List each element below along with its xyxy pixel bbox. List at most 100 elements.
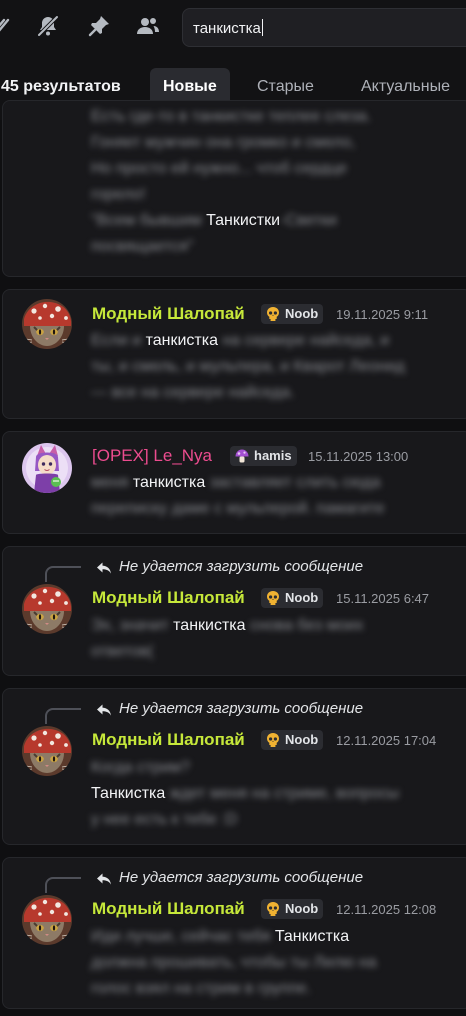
message-line: меня танкистка заставляет слить сюда <box>91 470 463 496</box>
message-line: Танкистка ждет меня на стриме, вопросы <box>91 781 463 807</box>
message-timestamp: 15.11.2025 6:47 <box>336 591 430 606</box>
pin-icon[interactable] <box>87 14 111 38</box>
blurred-text: ответов( <box>91 643 154 660</box>
skull-icon <box>265 732 281 748</box>
reply-text: Не удается загрузить сообщение <box>119 700 364 717</box>
blurred-text: снова без моих <box>245 617 364 634</box>
reply-arrow-icon <box>95 559 113 577</box>
search-match: Танкистки <box>206 212 281 229</box>
avatar[interactable] <box>22 895 72 945</box>
role-badge: hamis <box>230 446 297 466</box>
blurred-text: Когда стрим? <box>91 759 191 776</box>
avatar[interactable] <box>22 443 72 493</box>
message-line: переписку даме с мульперой. памагите <box>91 496 463 522</box>
search-result-card[interactable]: [OPEX] Le_Nya hamis 15.11.2025 13:00 мен… <box>2 431 466 534</box>
message-body: Иди лучше, сейчас тебя Танкистка должна п… <box>91 924 463 1002</box>
message-timestamp: 12.11.2025 17:04 <box>336 733 437 748</box>
message-body: меня танкистка заставляет слить сюда пере… <box>91 470 463 522</box>
message-line: Есть где-то в танкистке теплее слеза. <box>91 104 463 130</box>
reply-text: Не удается загрузить сообщение <box>119 558 364 575</box>
blurred-text: Иди лучше, сейчас тебя <box>91 928 275 945</box>
badge-label: hamis <box>254 448 292 463</box>
role-badge: Noob <box>261 588 324 608</box>
message-timestamp: 15.11.2025 13:00 <box>308 449 409 464</box>
search-match: танкистка <box>132 474 206 491</box>
role-badge: Noob <box>261 304 324 324</box>
search-result-card[interactable]: Есть где-то в танкистке теплее слеза. Гон… <box>2 100 466 277</box>
message-body: Когда стрим? Танкистка ждет меня на стрим… <box>91 755 463 833</box>
search-match: Танкистка <box>91 785 166 802</box>
blurred-text: Есть где-то в танкистке теплее слеза. <box>91 108 372 125</box>
blurred-text: горело! <box>91 186 146 203</box>
message-line: у нее есть к тебе :D <box>91 807 463 833</box>
message-line: горело! <box>91 182 463 208</box>
badge-label: Noob <box>285 590 319 605</box>
role-badge: Noob <box>261 730 324 750</box>
reply-arrow-icon <box>95 870 113 888</box>
message-line: Иди лучше, сейчас тебя Танкистка <box>91 924 463 950</box>
message-timestamp: 19.11.2025 9:11 <box>336 307 429 322</box>
search-input[interactable]: танкистка <box>182 8 466 47</box>
message-author[interactable]: Модный Шалопай <box>92 730 245 750</box>
badge-label: Noob <box>285 901 319 916</box>
search-result-card[interactable]: Не удается загрузить сообщение Модный Ша… <box>2 857 466 1009</box>
role-badge: Noob <box>261 899 324 919</box>
avatar[interactable] <box>22 584 72 634</box>
message-author[interactable]: Модный Шалопай <box>92 899 245 919</box>
message-author[interactable]: Модный Шалопай <box>92 588 245 608</box>
search-match: танкистка <box>173 617 246 634</box>
blurred-text: меня <box>91 474 133 491</box>
reply-spine <box>45 877 81 893</box>
message-line: посвящается" <box>91 234 463 260</box>
threads-icon[interactable] <box>0 14 14 38</box>
blurred-text: должна прошивать, чтобы ты Лилю на <box>91 954 377 971</box>
avatar[interactable] <box>22 726 72 776</box>
blurred-text: заставляет слить сюда <box>205 474 381 491</box>
blurred-text: голос взял на стрим в группе. <box>91 980 311 997</box>
message-body: Если и танкистка на сервере найседа, и ты… <box>91 328 463 406</box>
blurred-text: Эх, значит <box>91 617 174 634</box>
mushroom-icon <box>234 448 250 464</box>
search-result-card[interactable]: Не удается загрузить сообщение Модный Ша… <box>2 688 466 845</box>
message-author[interactable]: Модный Шалопай <box>92 304 245 324</box>
message-line: — все на сервере найседа. <box>91 380 463 406</box>
message-line: ты, и смель, и мульпера, и Кварот Леонид <box>91 354 463 380</box>
blurred-text: — все на сервере найседа. <box>91 384 295 401</box>
message-line: должна прошивать, чтобы ты Лилю на <box>91 950 463 976</box>
message-line: Если и танкистка на сервере найседа, и <box>91 328 463 354</box>
blurred-text: Но просто ей нужно... чтоб сердце <box>91 160 348 177</box>
reply-text: Не удается загрузить сообщение <box>119 869 364 886</box>
badge-label: Noob <box>285 732 319 747</box>
skull-icon <box>265 901 281 917</box>
blurred-text: ждет меня на стриме, вопросы <box>165 785 400 802</box>
search-result-card[interactable]: Модный Шалопай Noob 19.11.2025 9:11 Если… <box>2 289 466 419</box>
bell-muted-icon[interactable] <box>36 14 60 38</box>
message-line: Но просто ей нужно... чтоб сердце <box>91 156 463 182</box>
search-result-card[interactable]: Не удается загрузить сообщение Модный Ша… <box>2 546 466 676</box>
blurred-text: ты, и смель, и мульпера, и Кварот Леонид <box>91 358 405 375</box>
skull-icon <box>265 306 281 322</box>
message-line: Эх, значит танкистка снова без моих <box>91 613 463 639</box>
badge-label: Noob <box>285 306 319 321</box>
message-line: "Всем бывшим Танкистки-Светки <box>91 208 463 234</box>
search-match: танкистка <box>145 332 218 349</box>
avatar[interactable] <box>22 299 72 349</box>
message-line: ответов( <box>91 639 463 665</box>
reply-arrow-icon <box>95 701 113 719</box>
search-match: Танкистка <box>274 928 350 945</box>
text-caret <box>261 19 263 36</box>
blurred-text: посвящается" <box>91 238 194 255</box>
message-line: голос взял на стрим в группе. <box>91 976 463 1002</box>
blurred-text: Если и <box>91 332 146 349</box>
reply-spine <box>45 708 81 724</box>
message-author[interactable]: [OPEX] Le_Nya <box>92 446 212 466</box>
message-timestamp: 12.11.2025 12:08 <box>336 902 437 917</box>
blurred-text: "Всем бывшим <box>91 212 207 229</box>
reply-spine <box>45 566 81 582</box>
channel-toolbar: танкистка <box>0 0 466 56</box>
blurred-text: -Светки <box>280 212 337 229</box>
blurred-text: у нее есть к тебе :D <box>91 811 238 828</box>
skull-icon <box>265 590 281 606</box>
message-body: Есть где-то в танкистке теплее слеза. Гон… <box>91 104 463 260</box>
members-icon[interactable] <box>136 14 160 38</box>
